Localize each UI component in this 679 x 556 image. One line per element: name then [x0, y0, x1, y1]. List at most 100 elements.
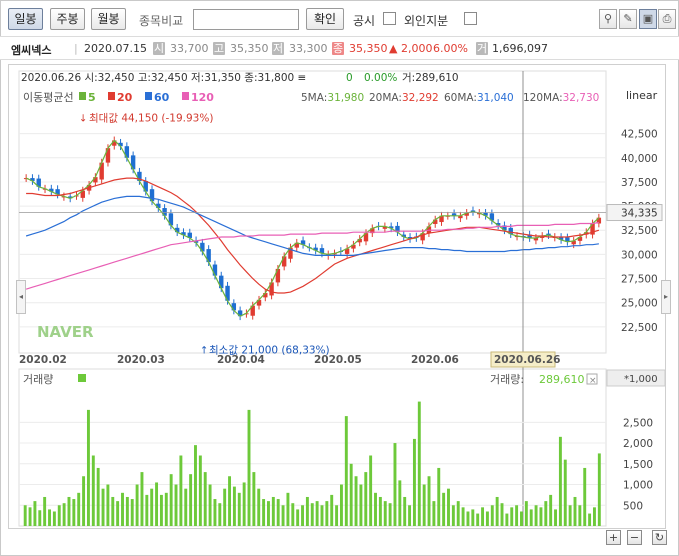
- last-price-label: 34,335: [621, 208, 658, 220]
- scroll-right-icon[interactable]: ▸: [661, 280, 671, 314]
- compare-label: 종목비교: [139, 14, 184, 28]
- volume-bar: [427, 476, 431, 526]
- disclosure-checkbox[interactable]: [383, 12, 396, 25]
- volume-bar: [213, 499, 217, 526]
- volume-bar: [549, 494, 553, 526]
- volume-label: 거래량: [23, 373, 53, 386]
- compare-input[interactable]: [193, 9, 299, 30]
- volume-bar: [247, 409, 251, 526]
- ma-value-0: 31,980: [327, 92, 364, 104]
- volume-bar: [461, 507, 465, 526]
- volume-bar: [335, 505, 339, 526]
- scroll-left-icon[interactable]: ◂: [16, 280, 26, 314]
- tab-weekly[interactable]: 주봉: [50, 8, 85, 30]
- volume-bar: [82, 476, 86, 526]
- open-price: 33,700: [170, 42, 209, 55]
- pencil-icon[interactable]: ✎: [619, 9, 637, 29]
- volume-bar: [155, 482, 159, 526]
- volume-bar: [485, 511, 489, 526]
- confirm-button[interactable]: 확인: [306, 8, 344, 30]
- volume-bar: [77, 492, 81, 526]
- volume-bar: [583, 467, 587, 526]
- volume-bar: [28, 507, 32, 526]
- fullscreen-icon[interactable]: ▣: [639, 9, 657, 29]
- y-tick-label: 27,500: [621, 274, 658, 286]
- volume-bar: [96, 467, 100, 526]
- min-arrow: ↑: [200, 345, 208, 356]
- separator: |: [74, 42, 78, 55]
- volume-bar: [242, 482, 246, 526]
- y-tick-label: 32,500: [621, 225, 658, 237]
- volume-bar: [218, 503, 222, 526]
- y-tick-label: 22,500: [621, 322, 658, 334]
- volume-bar: [111, 496, 115, 526]
- volume-unit: *1,000: [624, 374, 658, 385]
- toolbar: 일봉 주봉 월봉 종목비교 확인 공시 외인지분 ⚲ ✎ ▣ ⎙: [0, 0, 679, 34]
- volume-bar: [456, 501, 460, 526]
- volume-bar: [150, 488, 154, 526]
- volume-y-tick: 2,000: [623, 438, 653, 450]
- y-tick-label: 37,500: [621, 177, 658, 189]
- volume-bar: [267, 501, 270, 526]
- volume-bar: [515, 505, 519, 526]
- volume-bar: [378, 496, 382, 526]
- volume-bar: [320, 505, 324, 526]
- low-badge: 저: [272, 42, 284, 55]
- volume-bar: [578, 505, 582, 526]
- ma-legend-label-5: 5: [88, 91, 96, 104]
- volume-bar: [52, 511, 56, 526]
- volume-bar: [301, 505, 304, 526]
- volume-bar: [271, 496, 275, 526]
- quote-date: 2020.07.15: [84, 42, 147, 55]
- volume-bar: [422, 484, 426, 526]
- volume-bar: [344, 416, 348, 526]
- tab-monthly[interactable]: 월봉: [91, 8, 126, 30]
- volume-bar: [592, 507, 596, 526]
- volume-bar: [310, 503, 314, 526]
- scale-label: linear: [626, 89, 658, 102]
- volume-bar: [490, 505, 494, 526]
- volume-bar: [203, 472, 207, 526]
- print-icon[interactable]: ⎙: [658, 9, 676, 29]
- y-tick-label: 40,000: [621, 153, 658, 165]
- volume-bar: [106, 484, 110, 526]
- volume-badge: 거: [476, 42, 488, 55]
- foreign-label: 외인지분: [404, 14, 449, 28]
- volume-bar: [48, 509, 51, 526]
- volume-bar: [349, 463, 353, 526]
- volume-bar: [510, 507, 514, 526]
- volume-bar: [281, 505, 285, 526]
- volume-bar: [208, 484, 212, 526]
- volume-bar: [91, 455, 95, 526]
- zoom-out-icon[interactable]: −: [627, 530, 642, 545]
- volume-bar: [23, 505, 27, 526]
- tab-daily[interactable]: 일봉: [8, 8, 43, 30]
- volume-bar: [534, 505, 538, 526]
- x-tick-label: 2020.04: [217, 354, 265, 366]
- volume-bar: [276, 499, 280, 526]
- volume-total: 1,696,097: [492, 42, 548, 55]
- stock-chart[interactable]: 2020.06.26 시:32,450 고:32,450 저:31,350 종:…: [9, 65, 667, 530]
- volume-bar: [597, 453, 601, 526]
- chart-area[interactable]: 2020.06.26 시:32,450 고:32,450 저:31,350 종:…: [8, 64, 666, 529]
- foreign-checkbox[interactable]: [464, 12, 477, 25]
- volume-bar: [130, 499, 134, 526]
- volume-bar: [179, 455, 183, 526]
- volume-bar: [471, 509, 475, 526]
- volume-bar: [383, 501, 387, 526]
- volume-bar: [359, 484, 363, 526]
- zoom-in-icon[interactable]: +: [606, 530, 621, 545]
- x-tick-label: 2020.02: [19, 354, 67, 366]
- high-price: 35,350: [230, 42, 269, 55]
- volume-bar: [33, 501, 37, 526]
- volume-bar: [164, 492, 168, 526]
- volume-bar: [101, 488, 105, 526]
- volume-bar: [364, 472, 368, 526]
- ma-legend-label-120: 120: [191, 91, 214, 104]
- volume-bar: [539, 507, 543, 526]
- volume-bar: [495, 496, 499, 526]
- magnifier-icon[interactable]: ⚲: [599, 9, 617, 29]
- ma-value-label-2: 60MA:: [444, 92, 477, 104]
- volume-bar: [544, 501, 548, 526]
- refresh-icon[interactable]: ↻: [652, 530, 667, 545]
